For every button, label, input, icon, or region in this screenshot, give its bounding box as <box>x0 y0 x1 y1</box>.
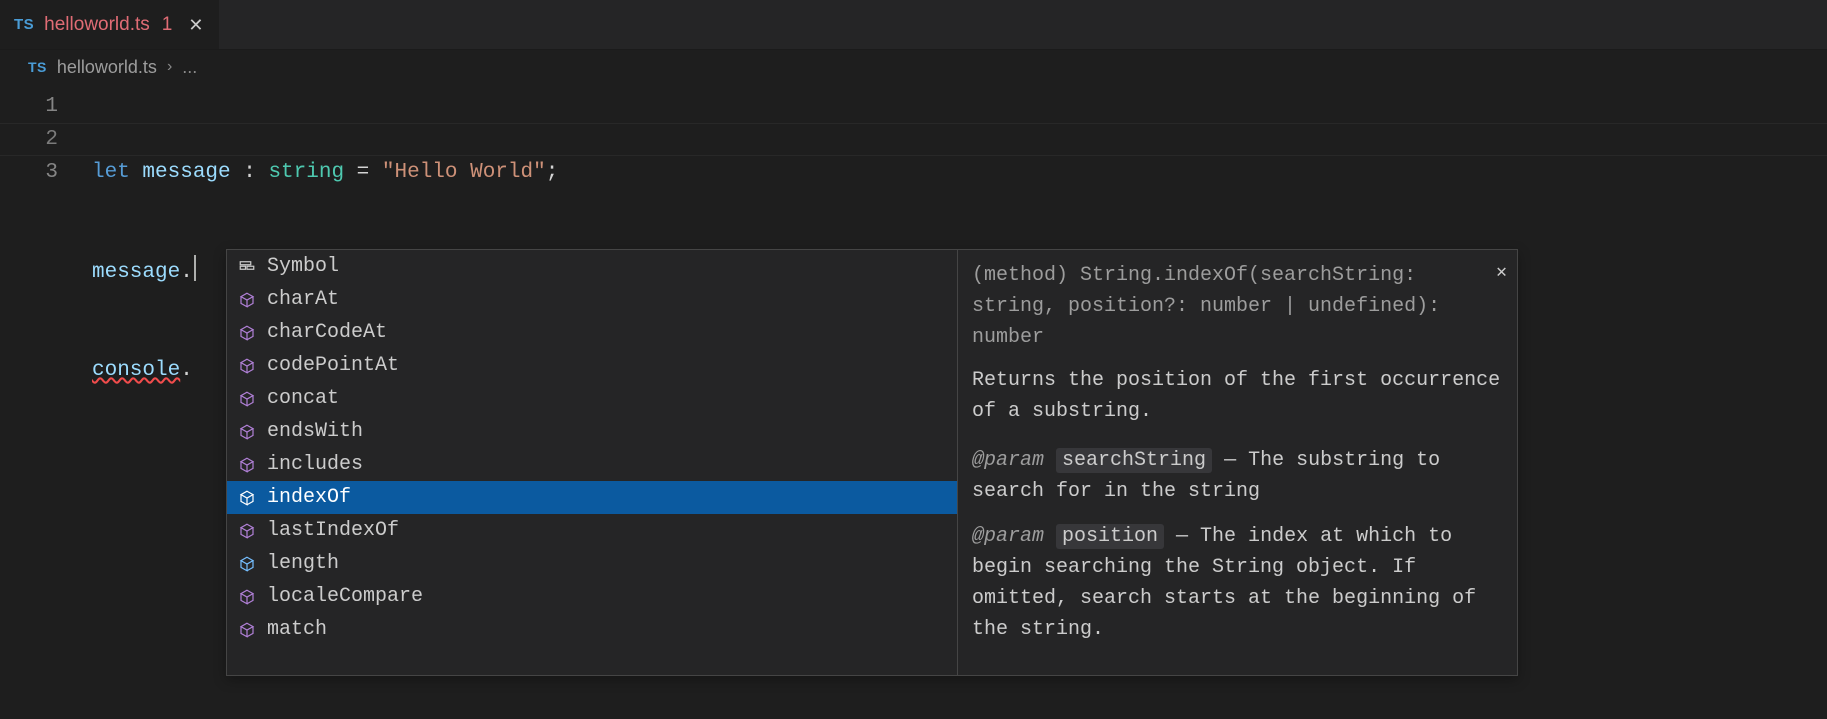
typescript-icon: TS <box>14 16 34 33</box>
suggestion-item[interactable]: lastIndexOf <box>227 514 957 547</box>
suggestion-label: charCodeAt <box>267 316 387 349</box>
line-number: 1 <box>0 90 58 123</box>
param-doc: @param position — The index at which to … <box>972 521 1503 645</box>
method-icon <box>237 422 257 442</box>
suggestion-item[interactable]: charCodeAt <box>227 316 957 349</box>
method-signature: (method) String.indexOf(searchString: st… <box>972 260 1503 353</box>
suggestion-item[interactable]: length <box>227 547 957 580</box>
method-icon <box>237 488 257 508</box>
method-icon <box>237 620 257 640</box>
method-icon <box>237 356 257 376</box>
method-icon <box>237 587 257 607</box>
method-icon <box>237 389 257 409</box>
token-punct: : <box>231 161 269 184</box>
method-icon <box>237 323 257 343</box>
suggestion-label: codePointAt <box>267 349 399 382</box>
editor-tab[interactable]: TS helloworld.ts 1 ✕ <box>0 0 220 49</box>
code-line[interactable]: let message : string = "Hello World"; <box>92 156 558 189</box>
close-icon[interactable]: ✕ <box>188 16 203 34</box>
token-punct: . <box>180 261 193 284</box>
token-error: console <box>92 359 180 382</box>
suggestion-label: concat <box>267 382 339 415</box>
keyword-icon <box>237 257 257 277</box>
chevron-right-icon: › <box>167 58 172 76</box>
token-punct: ; <box>546 161 559 184</box>
param-name: searchString <box>1056 448 1212 473</box>
suggestion-label: endsWith <box>267 415 363 448</box>
suggestion-label: match <box>267 613 327 646</box>
token-variable: message <box>142 161 230 184</box>
token-string: "Hello World" <box>382 161 546 184</box>
tab-dirty-indicator: 1 <box>162 14 173 36</box>
suggestion-label: indexOf <box>267 481 351 514</box>
suggestion-label: includes <box>267 448 363 481</box>
param-doc: @param searchString — The substring to s… <box>972 445 1503 507</box>
param-tag: @param <box>972 449 1044 472</box>
param-text: — The index at which to begin searching … <box>972 525 1476 641</box>
token-keyword: let <box>92 161 130 184</box>
tab-filename: helloworld.ts <box>44 14 150 36</box>
intellisense-popup: Symbol charAt charCodeAt codePointAt con… <box>226 249 1518 676</box>
suggestion-item[interactable]: includes <box>227 448 957 481</box>
suggestion-item[interactable]: endsWith <box>227 415 957 448</box>
param-tag: @param <box>972 525 1044 548</box>
token-punct: . <box>180 359 193 382</box>
tab-bar: TS helloworld.ts 1 ✕ <box>0 0 1827 50</box>
method-description: Returns the position of the first occurr… <box>972 365 1503 427</box>
typescript-icon: TS <box>28 59 47 75</box>
suggestion-list[interactable]: Symbol charAt charCodeAt codePointAt con… <box>227 250 957 650</box>
suggestion-label: lastIndexOf <box>267 514 399 547</box>
suggestion-label: Symbol <box>267 250 339 283</box>
line-number-gutter: 1 2 3 <box>0 84 92 453</box>
suggestion-label: charAt <box>267 283 339 316</box>
breadcrumb[interactable]: TS helloworld.ts › ... <box>0 50 1827 84</box>
code-editor[interactable]: 1 2 3 let message : string = "Hello Worl… <box>0 84 1827 453</box>
suggestion-item[interactable]: match <box>227 613 957 646</box>
line-number: 2 <box>0 123 58 156</box>
suggestion-item[interactable]: concat <box>227 382 957 415</box>
suggestion-item[interactable]: codePointAt <box>227 349 957 382</box>
suggestion-item[interactable]: indexOf <box>227 481 957 514</box>
close-icon[interactable]: ✕ <box>1496 260 1507 288</box>
suggestion-detail-panel: ✕ (method) String.indexOf(searchString: … <box>957 250 1517 675</box>
suggestion-label: length <box>267 547 339 580</box>
method-icon <box>237 455 257 475</box>
breadcrumb-ellipsis[interactable]: ... <box>182 57 197 78</box>
param-name: position <box>1056 524 1164 549</box>
token-punct: = <box>344 161 382 184</box>
token-variable: message <box>92 261 180 284</box>
suggestion-label: localeCompare <box>267 580 423 613</box>
suggestion-item[interactable]: Symbol <box>227 250 957 283</box>
method-icon <box>237 521 257 541</box>
method-icon <box>237 290 257 310</box>
text-cursor <box>194 255 196 281</box>
breadcrumb-file[interactable]: helloworld.ts <box>57 57 157 78</box>
suggestion-item[interactable]: localeCompare <box>227 580 957 613</box>
suggestion-item[interactable]: charAt <box>227 283 957 316</box>
line-number: 3 <box>0 156 58 189</box>
token-type: string <box>268 161 344 184</box>
field-icon <box>237 554 257 574</box>
